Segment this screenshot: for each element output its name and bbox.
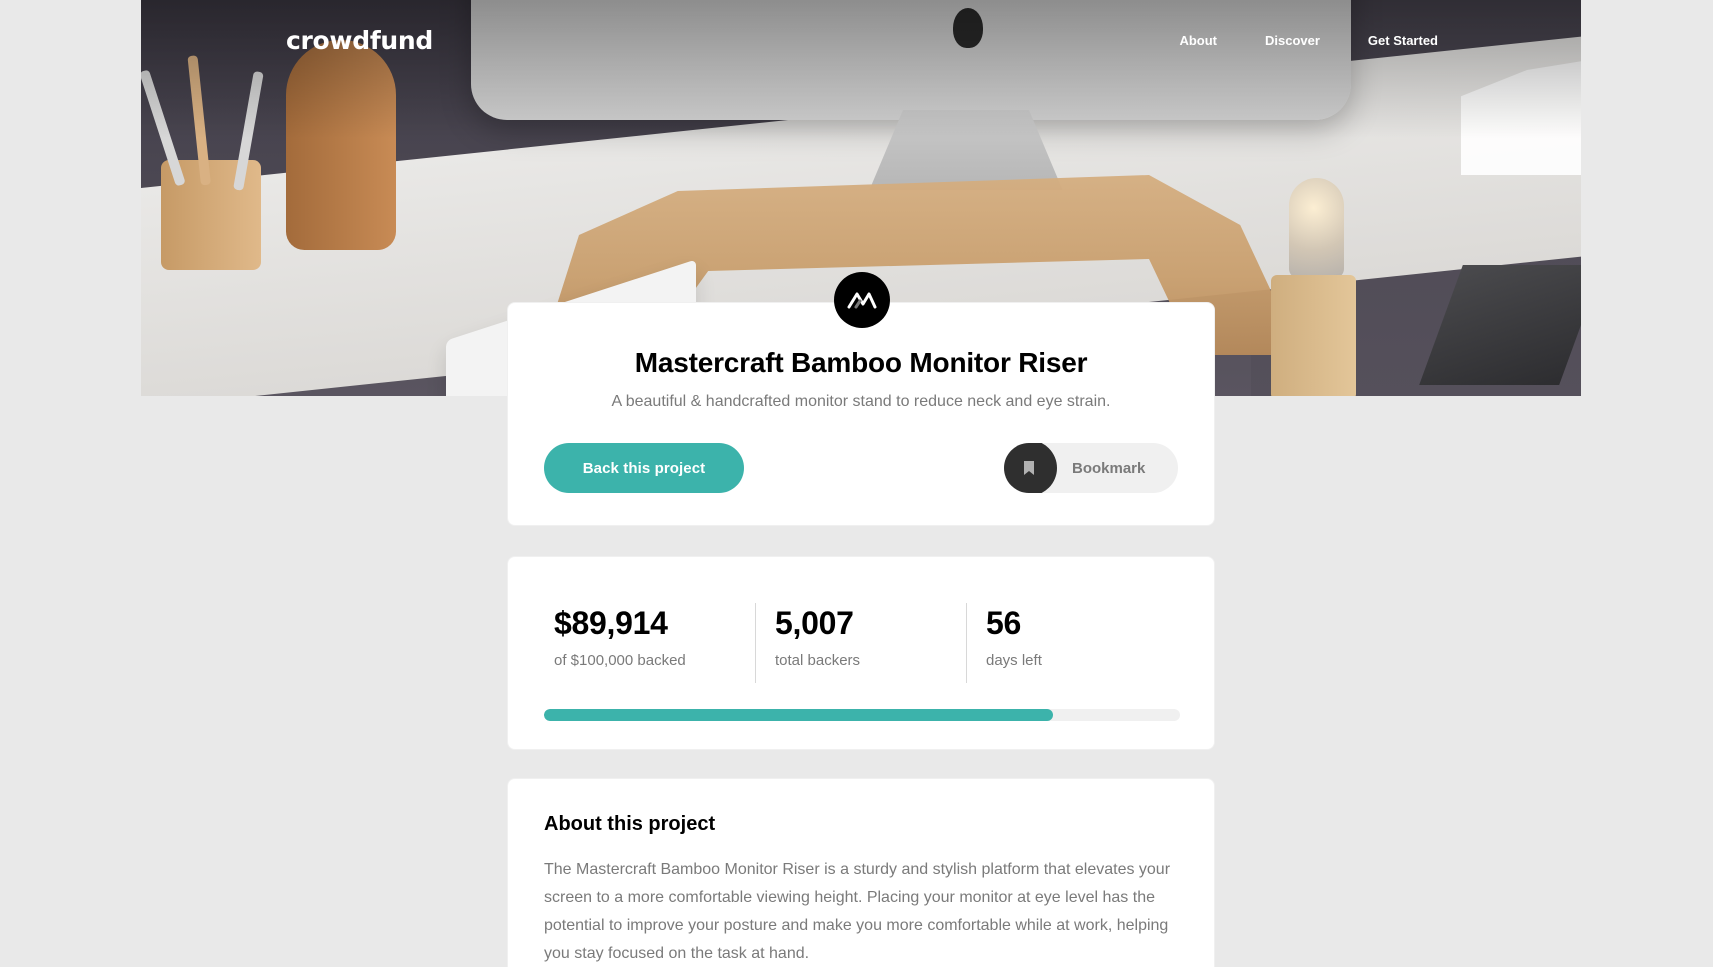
funding-progress-fill (544, 709, 1053, 721)
nav-links: About Discover Get Started (1179, 33, 1438, 48)
nav-get-started[interactable]: Get Started (1368, 33, 1438, 48)
about-card: About this project The Mastercraft Bambo… (507, 778, 1215, 967)
stat-days-value: 56 (986, 605, 1021, 641)
back-project-button[interactable]: Back this project (544, 443, 744, 493)
stat-backers: 5,007 total backers (755, 603, 966, 683)
stat-backed: $89,914 of $100,000 backed (544, 603, 755, 683)
project-actions: Back this project Bookmark (544, 443, 1178, 493)
about-title: About this project (544, 813, 716, 835)
bookmark-label: Bookmark (1072, 459, 1146, 477)
bookmark-icon (1004, 443, 1057, 493)
page: crowdfund About Discover Get Started Mas… (0, 0, 1713, 967)
project-title: Mastercraft Bamboo Monitor Riser (634, 347, 1088, 378)
nav-about[interactable]: About (1179, 33, 1217, 48)
project-subtitle: A beautiful & handcrafted monitor stand … (611, 393, 1111, 410)
project-header-card: Mastercraft Bamboo Monitor Riser A beaut… (507, 272, 1215, 526)
about-text: The Mastercraft Bamboo Monitor Riser is … (544, 861, 1171, 962)
stat-days-label: days left (986, 652, 1042, 669)
stats-row: $89,914 of $100,000 backed 5,007 total b… (544, 603, 1178, 683)
stat-backers-label: total backers (775, 652, 861, 669)
brand-logo[interactable]: crowdfund (286, 26, 433, 55)
mastercraft-logo-icon (834, 272, 890, 328)
stat-backed-value: $89,914 (554, 605, 668, 641)
stat-backed-label: of $100,000 backed (554, 652, 686, 669)
nav-discover[interactable]: Discover (1265, 33, 1320, 48)
stat-days-left: 56 days left (966, 603, 1177, 683)
funding-progress-bar (544, 709, 1180, 721)
bookmark-button[interactable]: Bookmark (1004, 443, 1178, 493)
project-stats-card: $89,914 of $100,000 backed 5,007 total b… (507, 556, 1215, 750)
top-nav: crowdfund About Discover Get Started (141, 0, 1581, 80)
stat-backers-value: 5,007 (775, 605, 854, 641)
